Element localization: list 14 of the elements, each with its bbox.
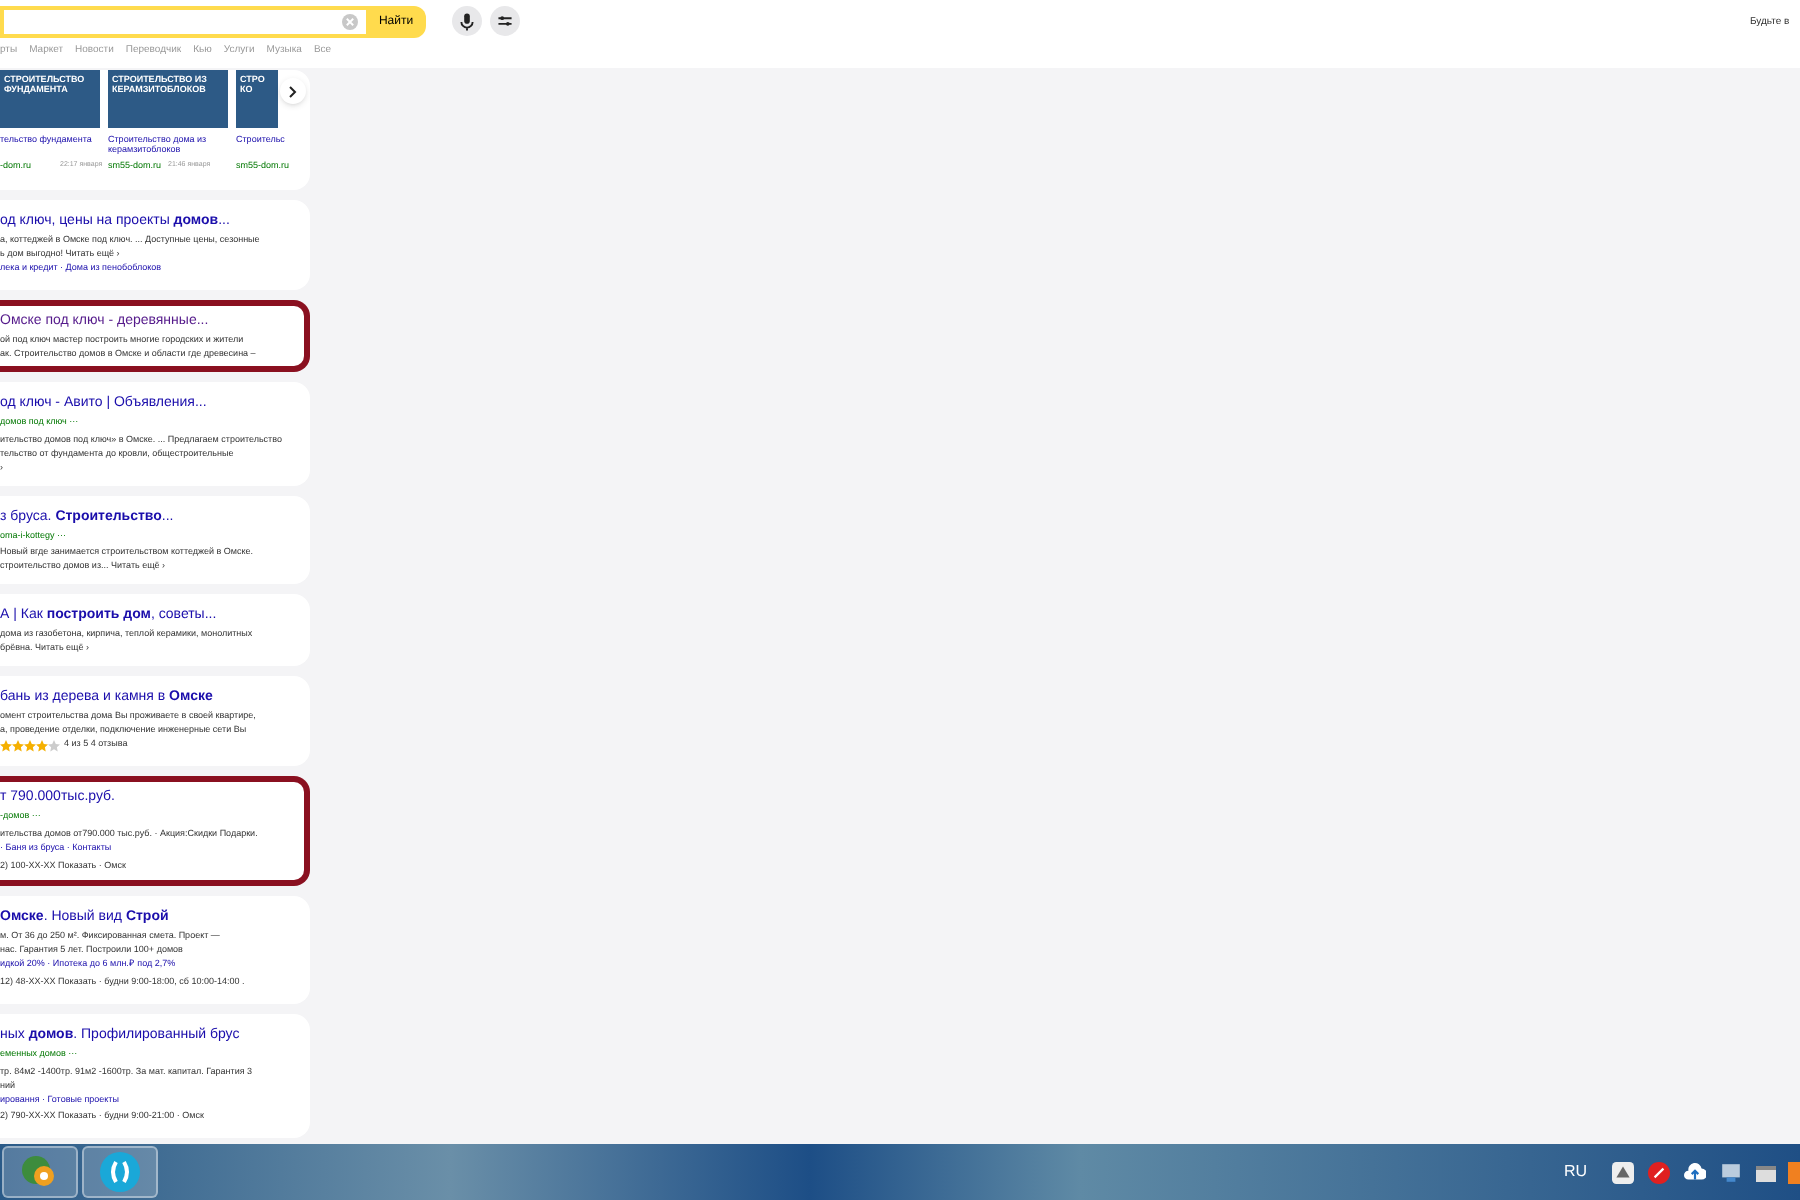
microphone-icon[interactable]	[452, 6, 482, 36]
window-tray-icon[interactable]	[1756, 1166, 1776, 1182]
chevron-right-icon	[288, 85, 298, 97]
next-button[interactable]	[280, 78, 306, 104]
drive-tray-icon[interactable]	[1612, 1162, 1634, 1184]
filter-icon[interactable]	[490, 6, 520, 36]
parentheses-app-icon	[100, 1152, 140, 1192]
search-field[interactable]	[0, 6, 366, 38]
gauge-tray-icon[interactable]	[1648, 1162, 1670, 1184]
trading-app-icon	[20, 1152, 60, 1192]
network-tray-icon[interactable]	[1720, 1162, 1742, 1184]
taskbar-app-button[interactable]	[82, 1146, 158, 1198]
language-indicator[interactable]: RU	[1564, 1160, 1588, 1184]
cloud-upload-icon[interactable]	[1684, 1162, 1706, 1184]
